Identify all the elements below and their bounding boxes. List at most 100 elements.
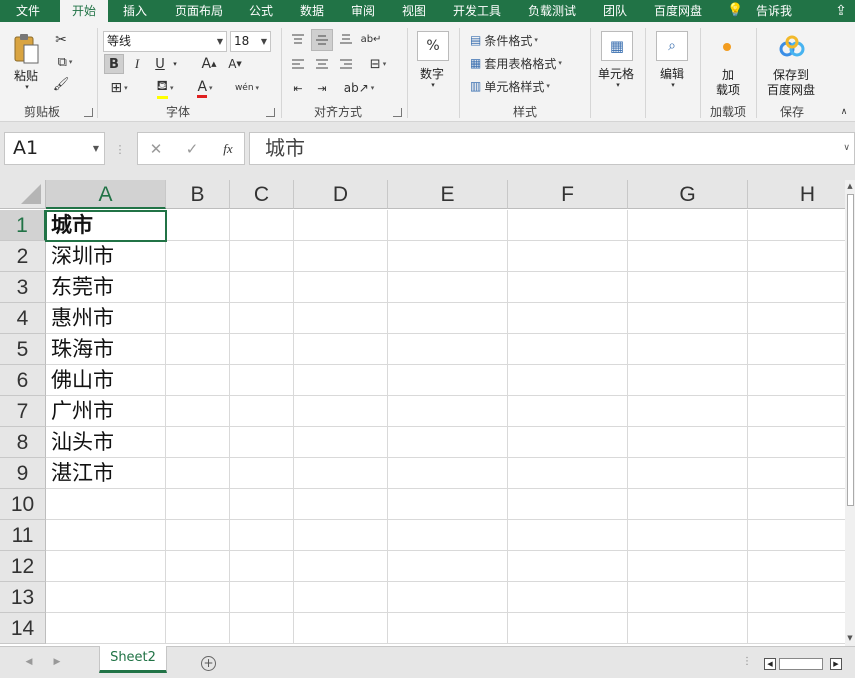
cell-f6[interactable] xyxy=(508,365,628,396)
cell-e9[interactable] xyxy=(388,458,508,489)
enter-icon[interactable]: ✓ xyxy=(183,139,201,159)
cell-styles-button[interactable]: ▥ 单元格样式 ▾ xyxy=(470,77,550,95)
share-icon[interactable]: ⇪ xyxy=(832,2,850,20)
underline-button[interactable]: U xyxy=(151,54,169,74)
cell-b9[interactable] xyxy=(166,458,230,489)
cell-h6[interactable] xyxy=(748,365,845,396)
cell-d3[interactable] xyxy=(294,272,388,303)
cell-f7[interactable] xyxy=(508,396,628,427)
align-center-button[interactable] xyxy=(313,55,331,73)
cell-h9[interactable] xyxy=(748,458,845,489)
cell-a12[interactable] xyxy=(46,551,166,582)
scroll-down-icon[interactable]: ▼ xyxy=(845,634,855,644)
cell-f12[interactable] xyxy=(508,551,628,582)
cell-e12[interactable] xyxy=(388,551,508,582)
cell-b7[interactable] xyxy=(166,396,230,427)
cell-h7[interactable] xyxy=(748,396,845,427)
name-box[interactable]: A1 ▼ xyxy=(4,132,105,165)
align-bottom-button[interactable] xyxy=(337,30,355,48)
tab-split-handle-icon[interactable]: ⋮ xyxy=(742,656,753,667)
cell-e10[interactable] xyxy=(388,489,508,520)
cell-c7[interactable] xyxy=(230,396,294,427)
cell-e14[interactable] xyxy=(388,613,508,644)
cell-f11[interactable] xyxy=(508,520,628,551)
insert-function-button[interactable]: fx xyxy=(218,139,238,159)
increase-font-button[interactable]: A ▲ xyxy=(200,54,218,74)
cell-h2[interactable] xyxy=(748,241,845,272)
cell-g14[interactable] xyxy=(628,613,748,644)
cell-h13[interactable] xyxy=(748,582,845,613)
cell-a4[interactable]: 惠州市 xyxy=(46,303,166,334)
conditional-format-button[interactable]: ▤ 条件格式 ▾ xyxy=(470,31,538,49)
cell-a11[interactable] xyxy=(46,520,166,551)
tab-view[interactable]: 视图 xyxy=(393,0,435,22)
cell-c11[interactable] xyxy=(230,520,294,551)
cell-a14[interactable] xyxy=(46,613,166,644)
cell-b1[interactable] xyxy=(166,210,230,241)
align-top-button[interactable] xyxy=(289,30,307,48)
cell-h8[interactable] xyxy=(748,427,845,458)
cell-f4[interactable] xyxy=(508,303,628,334)
cell-b3[interactable] xyxy=(166,272,230,303)
tab-team[interactable]: 团队 xyxy=(594,0,636,22)
column-header-g[interactable]: G xyxy=(628,180,748,209)
cell-d1[interactable] xyxy=(294,210,388,241)
cell-c9[interactable] xyxy=(230,458,294,489)
alignment-launcher-icon[interactable] xyxy=(393,108,402,117)
cell-b10[interactable] xyxy=(166,489,230,520)
font-size-select[interactable]: 18 ▼ xyxy=(230,31,271,52)
increase-indent-button[interactable]: ⇥ xyxy=(313,79,331,97)
cell-b13[interactable] xyxy=(166,582,230,613)
cell-c14[interactable] xyxy=(230,613,294,644)
row-header-12[interactable]: 12 xyxy=(0,551,46,582)
vertical-scrollbar[interactable]: ▲ ▼ xyxy=(845,180,855,646)
editing-dropdown-icon[interactable]: ▾ xyxy=(668,80,678,90)
formula-splitter-icon[interactable]: ⋮ xyxy=(115,141,126,157)
cell-e11[interactable] xyxy=(388,520,508,551)
cell-a7[interactable]: 广州市 xyxy=(46,396,166,427)
cell-g1[interactable] xyxy=(628,210,748,241)
row-header-11[interactable]: 11 xyxy=(0,520,46,551)
cell-h14[interactable] xyxy=(748,613,845,644)
row-header-7[interactable]: 7 xyxy=(0,396,46,427)
tab-review[interactable]: 审阅 xyxy=(342,0,384,22)
cell-f9[interactable] xyxy=(508,458,628,489)
cell-a9[interactable]: 湛江市 xyxy=(46,458,166,489)
decrease-font-button[interactable]: A ▼ xyxy=(226,54,244,74)
cell-g13[interactable] xyxy=(628,582,748,613)
cell-g11[interactable] xyxy=(628,520,748,551)
cell-b6[interactable] xyxy=(166,365,230,396)
row-header-8[interactable]: 8 xyxy=(0,427,46,458)
row-header-3[interactable]: 3 xyxy=(0,272,46,303)
decrease-indent-button[interactable]: ⇤ xyxy=(289,79,307,97)
cell-a6[interactable]: 佛山市 xyxy=(46,365,166,396)
cell-g9[interactable] xyxy=(628,458,748,489)
number-dropdown-icon[interactable]: ▾ xyxy=(428,80,438,90)
cell-c2[interactable] xyxy=(230,241,294,272)
tab-file[interactable]: 文件 xyxy=(2,0,54,22)
cell-c5[interactable] xyxy=(230,334,294,365)
cell-b12[interactable] xyxy=(166,551,230,582)
cell-g7[interactable] xyxy=(628,396,748,427)
font-launcher-icon[interactable] xyxy=(266,108,275,117)
cell-e2[interactable] xyxy=(388,241,508,272)
scroll-right-icon[interactable]: ▶ xyxy=(830,658,842,670)
underline-dropdown-icon[interactable]: ▾ xyxy=(170,58,180,70)
cell-f1[interactable] xyxy=(508,210,628,241)
tab-data[interactable]: 数据 xyxy=(291,0,333,22)
tab-page-layout[interactable]: 页面布局 xyxy=(167,0,231,22)
cell-f13[interactable] xyxy=(508,582,628,613)
cell-c13[interactable] xyxy=(230,582,294,613)
cell-g3[interactable] xyxy=(628,272,748,303)
cell-g6[interactable] xyxy=(628,365,748,396)
paste-button[interactable] xyxy=(12,32,42,66)
cell-c6[interactable] xyxy=(230,365,294,396)
cell-h1[interactable] xyxy=(748,210,845,241)
italic-button[interactable]: I xyxy=(128,54,146,74)
cell-f5[interactable] xyxy=(508,334,628,365)
cell-f10[interactable] xyxy=(508,489,628,520)
cell-g2[interactable] xyxy=(628,241,748,272)
fill-color-button[interactable]: ⛾ ▾ xyxy=(150,78,180,99)
cell-e3[interactable] xyxy=(388,272,508,303)
row-header-9[interactable]: 9 xyxy=(0,458,46,489)
